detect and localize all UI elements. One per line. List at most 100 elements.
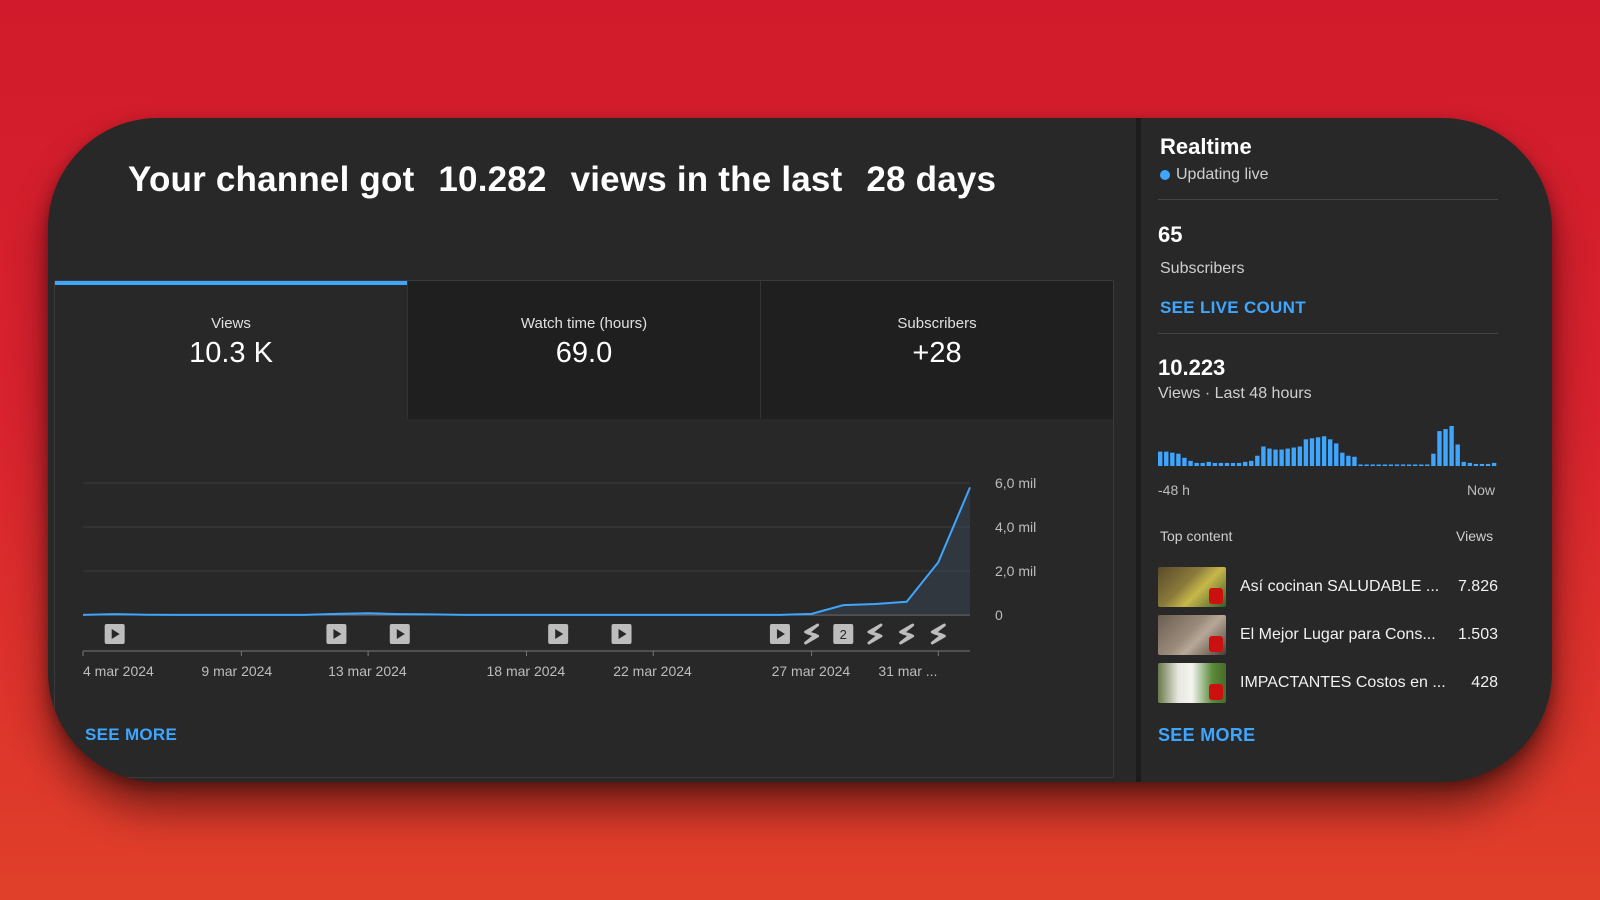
tab-label: Subscribers <box>897 315 977 332</box>
tab-value: +28 <box>912 337 962 369</box>
realtime-bar <box>1291 447 1296 466</box>
tab-subscribers[interactable]: Subscribers +28 <box>760 281 1113 419</box>
realtime-bar <box>1297 446 1303 466</box>
live-dot-icon <box>1160 170 1170 180</box>
realtime-bar <box>1158 451 1163 466</box>
shorts-badge-icon <box>1209 588 1223 604</box>
tab-value: 10.3 K <box>189 337 273 369</box>
realtime-bar <box>1218 462 1224 466</box>
realtime-bar <box>1182 457 1187 466</box>
realtime-bar <box>1358 464 1363 466</box>
upload-count-label: 2 <box>840 627 847 642</box>
series-line <box>82 487 971 616</box>
tab-watch-time[interactable]: Watch time (hours) 69.0 <box>407 281 760 419</box>
realtime-bar <box>1321 436 1327 466</box>
realtime-bar <box>1273 449 1278 466</box>
shorts-icon <box>867 623 883 645</box>
tab-views[interactable]: Views 10.3 K <box>55 281 407 419</box>
shorts-badge-icon <box>1209 684 1223 700</box>
y-tick-label: 6,0 mil <box>995 475 1036 491</box>
top-content-row[interactable]: Así cocinan SALUDABLE ... 7.826 <box>1158 567 1498 607</box>
realtime-bar <box>1267 448 1272 466</box>
realtime-bar <box>1370 464 1375 466</box>
realtime-axis-end: Now <box>1467 482 1496 498</box>
realtime-bar <box>1236 462 1242 466</box>
top-content-row[interactable]: IMPACTANTES Costos en ... 428 <box>1158 663 1498 703</box>
shorts-icon <box>804 623 820 645</box>
realtime-bar <box>1491 462 1497 466</box>
tab-value: 69.0 <box>555 337 613 369</box>
realtime-bar <box>1443 429 1448 466</box>
realtime-bar <box>1461 461 1466 466</box>
realtime-status: Updating live <box>1160 166 1269 184</box>
realtime-bar <box>1413 464 1418 466</box>
series-area <box>83 487 970 615</box>
x-tick-label: 4 mar 2024 <box>83 663 154 679</box>
shorts-badge-icon <box>1209 636 1223 652</box>
content-title: Así cocinan SALUDABLE ... <box>1240 578 1440 595</box>
realtime-bar <box>1376 464 1381 466</box>
views-48h-count: 10.223 <box>1158 355 1226 380</box>
headline-middle: views in the last <box>570 160 843 199</box>
panel-divider <box>1136 118 1141 782</box>
realtime-bar <box>1285 448 1290 466</box>
realtime-bar <box>1303 439 1309 466</box>
see-more-realtime-button[interactable]: SEE MORE <box>1158 725 1255 746</box>
x-tick-label: 22 mar 2024 <box>613 663 692 679</box>
realtime-bar <box>1200 462 1205 466</box>
content-views: 428 <box>1471 674 1498 691</box>
y-tick-label: 2,0 mil <box>995 563 1036 579</box>
x-tick-label: 31 mar ... <box>878 663 937 679</box>
realtime-bar <box>1455 444 1460 466</box>
realtime-bar <box>1340 452 1345 466</box>
realtime-bar <box>1473 463 1479 466</box>
x-tick-label: 13 mar 2024 <box>328 663 407 679</box>
realtime-bar <box>1315 437 1321 466</box>
divider <box>1158 333 1498 334</box>
realtime-title: Realtime <box>1160 134 1252 159</box>
realtime-bar <box>1206 461 1211 466</box>
headline-prefix: Your channel got <box>128 160 415 199</box>
realtime-bar <box>1188 460 1193 466</box>
views-48h-label: Views · Last 48 hours <box>1158 385 1312 402</box>
headline-period: 28 days <box>866 160 997 199</box>
y-tick-label: 4,0 mil <box>995 519 1036 535</box>
realtime-bar <box>1164 451 1169 466</box>
tab-label: Views <box>211 315 251 332</box>
video-thumbnail <box>1158 567 1226 607</box>
realtime-bar <box>1394 464 1400 466</box>
realtime-bar <box>1279 449 1284 466</box>
subscriber-label: Subscribers <box>1160 260 1245 277</box>
realtime-bar <box>1176 453 1181 466</box>
content-title: El Mejor Lugar para Cons... <box>1240 626 1436 643</box>
realtime-bar <box>1400 464 1406 466</box>
subscriber-count: 65 <box>1158 222 1183 247</box>
realtime-bar <box>1249 460 1254 466</box>
top-content-row[interactable]: El Mejor Lugar para Cons... 1.503 <box>1158 615 1498 655</box>
page-title: Your channel got 10.282 views in the las… <box>128 160 1010 200</box>
content-views: 1.503 <box>1457 626 1498 643</box>
x-tick-label: 9 mar 2024 <box>201 663 272 679</box>
realtime-bar <box>1255 455 1260 466</box>
video-thumbnail <box>1158 663 1226 703</box>
realtime-bar <box>1431 453 1436 466</box>
see-more-button[interactable]: SEE MORE <box>85 725 177 745</box>
realtime-bar <box>1352 456 1357 466</box>
realtime-bar <box>1224 462 1230 466</box>
realtime-bar <box>1479 463 1485 466</box>
realtime-bar <box>1382 464 1388 466</box>
views-chart: 6,0 mil 4,0 mil 2,0 mil 0 4 mar 2024 9 mar 20… <box>82 475 1036 679</box>
realtime-bar <box>1346 455 1351 466</box>
shorts-icon <box>930 623 946 645</box>
realtime-bar <box>1170 452 1175 466</box>
analytics-card: Your channel got 10.282 views in the las… <box>48 118 1552 782</box>
top-content-header: Top content <box>1160 528 1233 544</box>
realtime-bar <box>1425 464 1430 466</box>
realtime-status-text: Updating live <box>1176 166 1269 183</box>
realtime-bar <box>1194 462 1199 466</box>
realtime-bar <box>1467 462 1473 466</box>
see-live-count-link[interactable]: SEE LIVE COUNT <box>1160 298 1306 318</box>
realtime-bar <box>1328 439 1333 466</box>
realtime-panel: Realtime Updating live 65 Subscribers SE… <box>1158 118 1508 782</box>
realtime-bar <box>1485 463 1491 466</box>
